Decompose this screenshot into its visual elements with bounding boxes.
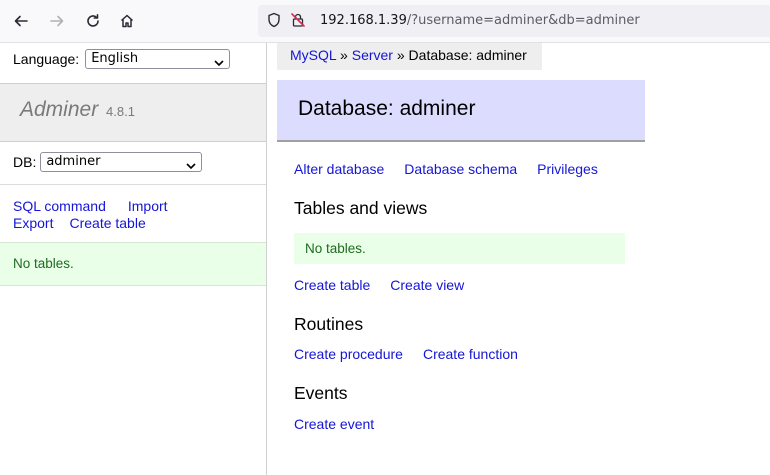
page-header: Database: adminer bbox=[277, 80, 645, 142]
browser-toolbar: 192.168.1.39/?username=adminer&db=admine… bbox=[0, 0, 770, 43]
export-link[interactable]: Export bbox=[13, 215, 53, 231]
no-tables-message: No tables. bbox=[294, 233, 625, 264]
routines-heading: Routines bbox=[294, 314, 364, 334]
divider bbox=[0, 184, 266, 185]
insecure-lock-icon[interactable] bbox=[290, 12, 306, 31]
logo-band: Adminer 4.8.1 bbox=[0, 83, 266, 142]
event-actions: Create event bbox=[294, 416, 394, 432]
breadcrumb-current: Database: adminer bbox=[408, 47, 527, 63]
tables-heading: Tables and views bbox=[294, 198, 428, 218]
sql-command-link[interactable]: SQL command bbox=[13, 198, 106, 214]
no-tables-text: No tables. bbox=[305, 241, 366, 256]
back-arrow-icon[interactable] bbox=[8, 8, 34, 34]
create-table-button[interactable]: Create table bbox=[294, 277, 370, 293]
breadcrumb-mysql[interactable]: MySQL bbox=[290, 47, 336, 63]
create-procedure-button[interactable]: Create procedure bbox=[294, 346, 403, 362]
routine-actions: Create procedure Create function bbox=[294, 346, 538, 362]
language-select[interactable]: English bbox=[85, 49, 231, 69]
privileges-link[interactable]: Privileges bbox=[537, 161, 598, 177]
create-view-button[interactable]: Create view bbox=[390, 277, 464, 293]
app-version: 4.8.1 bbox=[106, 104, 135, 119]
url-path: /?username=adminer&db=adminer bbox=[406, 13, 640, 28]
language-selected: English bbox=[91, 51, 139, 66]
create-table-link[interactable]: Create table bbox=[69, 215, 145, 231]
language-label: Language: bbox=[13, 51, 80, 67]
page-title: Database: adminer bbox=[298, 97, 476, 120]
import-link[interactable]: Import bbox=[128, 198, 168, 214]
menu-links: SQL command Import Export Create table bbox=[13, 198, 190, 232]
reload-icon[interactable] bbox=[80, 8, 106, 34]
chevron-down-icon bbox=[186, 158, 196, 176]
chevron-down-icon bbox=[214, 55, 224, 73]
database-actions: Alter database Database schema Privileges bbox=[294, 161, 618, 177]
url-text[interactable]: 192.168.1.39/?username=adminer&db=admine… bbox=[320, 13, 640, 28]
db-selected: adminer bbox=[46, 154, 101, 169]
forward-arrow-icon[interactable] bbox=[44, 8, 70, 34]
menu-no-tables-message: No tables. bbox=[0, 242, 266, 286]
home-icon[interactable] bbox=[114, 8, 140, 34]
alter-database-link[interactable]: Alter database bbox=[294, 161, 384, 177]
address-bar[interactable]: 192.168.1.39/?username=adminer&db=admine… bbox=[258, 5, 770, 37]
url-host: 192.168.1.39 bbox=[320, 13, 407, 28]
database-schema-link[interactable]: Database schema bbox=[404, 161, 517, 177]
create-event-button[interactable]: Create event bbox=[294, 416, 374, 432]
db-label: DB: bbox=[13, 154, 37, 170]
shield-icon[interactable] bbox=[266, 12, 282, 31]
breadcrumb-server[interactable]: Server bbox=[352, 47, 393, 63]
create-function-button[interactable]: Create function bbox=[423, 346, 518, 362]
db-select[interactable]: adminer bbox=[40, 152, 203, 172]
sidebar-menu: Language: English Adminer 4.8.1 DB: admi… bbox=[0, 43, 267, 475]
menu-no-tables-text: No tables. bbox=[13, 256, 74, 271]
app-logo[interactable]: Adminer 4.8.1 bbox=[20, 98, 135, 122]
breadcrumb: MySQL » Server » Database: adminer bbox=[277, 43, 542, 70]
events-heading: Events bbox=[294, 383, 348, 403]
app-name: Adminer bbox=[20, 98, 99, 121]
breadcrumb-separator: » bbox=[336, 47, 352, 63]
breadcrumb-separator: » bbox=[392, 47, 409, 63]
table-actions: Create table Create view bbox=[294, 277, 484, 293]
